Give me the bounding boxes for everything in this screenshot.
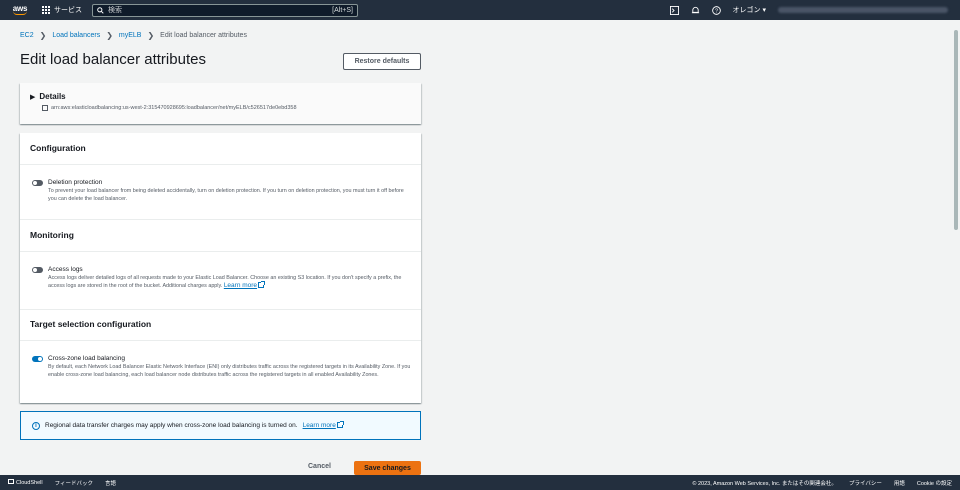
search-icon [97, 6, 104, 14]
services-label: サービス [54, 7, 82, 14]
divider [20, 340, 421, 341]
cross-zone-label: Cross-zone load balancing [48, 355, 125, 362]
form-actions: Cancel Save changes [0, 461, 421, 475]
search-shortcut: [Alt+S] [332, 6, 353, 14]
configuration-heading: Configuration [30, 143, 86, 153]
footer-privacy-link[interactable]: プライバシー [849, 479, 882, 487]
cloudshell-icon[interactable] [669, 5, 679, 15]
external-link-icon [258, 281, 266, 289]
breadcrumb: EC2 ❯ Load balancers ❯ myELB ❯ Edit load… [20, 31, 247, 40]
divider [20, 164, 421, 165]
access-logs-label: Access logs [48, 266, 83, 273]
cross-zone-toggle[interactable] [32, 355, 43, 362]
external-link-icon [336, 421, 344, 429]
info-icon: i [32, 421, 40, 430]
breadcrumb-myelb[interactable]: myELB [119, 32, 142, 39]
cross-zone-desc: By default, each Network Load Balancer E… [48, 364, 411, 378]
copy-icon[interactable] [42, 105, 48, 111]
search-placeholder: 検索 [108, 7, 122, 14]
divider [20, 251, 421, 252]
monitoring-heading: Monitoring [30, 230, 74, 240]
aws-logo[interactable]: aws [8, 3, 32, 17]
breadcrumb-load-balancers[interactable]: Load balancers [52, 32, 100, 39]
breadcrumb-current: Edit load balancer attributes [160, 32, 247, 39]
access-logs-setting: Access logs Access logs deliver detailed… [32, 266, 412, 290]
page-title: Edit load balancer attributes [20, 51, 206, 68]
details-toggle[interactable]: ▶ Details [30, 92, 66, 101]
cancel-button[interactable]: Cancel [308, 463, 331, 470]
access-logs-toggle[interactable] [32, 266, 43, 273]
deletion-protection-desc: To prevent your load balancer from being… [48, 188, 404, 202]
breadcrumb-ec2[interactable]: EC2 [20, 32, 34, 39]
deletion-protection-setting: Deletion protection To prevent your load… [32, 179, 412, 203]
account-menu[interactable] [778, 7, 948, 13]
chevron-right-icon: ❯ [39, 31, 47, 40]
cloudshell-icon [8, 479, 14, 484]
grid-icon [42, 6, 50, 14]
search-input[interactable]: 検索 [Alt+S] [92, 3, 358, 17]
aws-smile-icon [13, 11, 27, 15]
target-selection-heading: Target selection configuration [30, 319, 152, 329]
scrollbar-thumb[interactable] [954, 30, 958, 230]
footer-language-link[interactable]: 言語 [105, 479, 116, 487]
cross-zone-setting: Cross-zone load balancing By default, ea… [32, 355, 412, 379]
info-alert: i Regional data transfer charges may app… [20, 411, 421, 440]
details-panel: ▶ Details arn:aws:elasticloadbalancing:u… [20, 83, 421, 124]
info-learn-more-link[interactable]: Learn more [303, 421, 344, 429]
footer: CloudShell フィードバック 言語 © 2023, Amazon Web… [0, 475, 960, 490]
save-changes-button[interactable]: Save changes [354, 461, 421, 475]
footer-cookie-link[interactable]: Cookie の設定 [917, 479, 952, 487]
svg-text:?: ? [715, 8, 718, 14]
footer-copyright: © 2023, Amazon Web Services, Inc. またはその関… [692, 480, 837, 487]
chevron-right-icon: ❯ [147, 31, 155, 40]
arn-value: arn:aws:elasticloadbalancing:us-west-2:3… [51, 105, 297, 111]
divider [20, 309, 421, 310]
services-menu-button[interactable]: サービス [42, 5, 82, 15]
caret-right-icon: ▶ [30, 93, 36, 101]
details-title: Details [39, 92, 66, 101]
bell-icon[interactable] [691, 6, 700, 15]
footer-cloudshell-link[interactable]: CloudShell [8, 479, 43, 486]
chevron-right-icon: ❯ [106, 31, 113, 40]
page-scrollbar[interactable] [952, 20, 960, 475]
footer-feedback-link[interactable]: フィードバック [55, 479, 93, 487]
help-icon[interactable]: ? [711, 5, 721, 15]
deletion-protection-toggle[interactable] [32, 179, 43, 186]
top-nav: aws サービス 検索 [Alt+S] ? オレゴン ▾ [0, 0, 960, 20]
access-logs-learn-more-link[interactable]: Learn more [224, 281, 266, 289]
attributes-panel: Configuration Deletion protection To pre… [20, 133, 421, 403]
divider [20, 219, 421, 220]
region-selector[interactable]: オレゴン ▾ [733, 5, 766, 15]
footer-terms-link[interactable]: 用語 [894, 479, 905, 487]
info-text: Regional data transfer charges may apply… [45, 422, 298, 429]
restore-defaults-button[interactable]: Restore defaults [343, 53, 421, 70]
deletion-protection-label: Deletion protection [48, 179, 103, 186]
